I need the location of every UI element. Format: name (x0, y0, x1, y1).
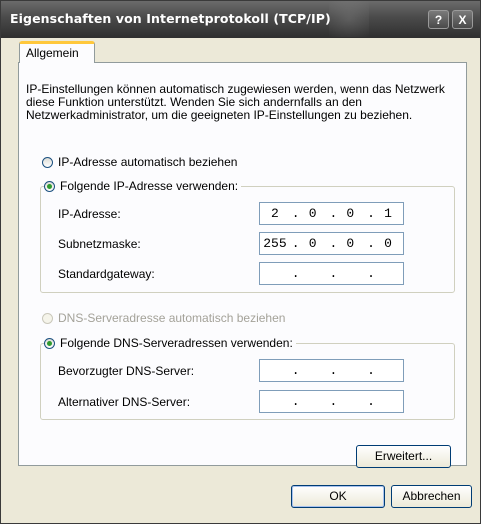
ip-octet: 2 (271, 206, 279, 221)
title-bar[interactable]: Eigenschaften von Internetprotokoll (TCP… (1, 1, 480, 38)
octet-separator: . (367, 394, 375, 409)
octet-separator: . (329, 266, 338, 281)
description-text: IP-Einstellungen können automatisch zuge… (26, 82, 445, 122)
preferred-dns-label: Bevorzugter DNS-Server: (58, 364, 195, 378)
octet-separator: . (291, 363, 300, 378)
dns-manual-label: Folgende DNS-Serveradressen verwenden: (60, 336, 293, 350)
ip-octet: 0 (308, 236, 317, 251)
octet-separator: . (367, 236, 375, 251)
close-button[interactable]: X (452, 10, 473, 29)
help-button[interactable]: ? (428, 10, 449, 29)
ip-octet: 255 (263, 236, 287, 251)
ip-address-label: IP-Adresse: (58, 207, 121, 221)
ip-octet: 1 (384, 206, 392, 221)
ip-octet: 0 (346, 236, 355, 251)
gateway-label: Standardgateway: (58, 267, 155, 281)
radio-disabled-icon (42, 312, 53, 324)
ip-auto-label: IP-Adresse automatisch beziehen (58, 155, 238, 169)
dialog-content: Allgemein IP-Einstellungen können automa… (1, 38, 480, 523)
subnet-mask-input[interactable]: 255. 0. 0. 0 (259, 232, 404, 255)
dns-auto-label: DNS-Serveradresse automatisch beziehen (58, 311, 286, 325)
ip-octet: 0 (384, 236, 392, 251)
advanced-button[interactable]: Erweitert... (356, 445, 451, 468)
octet-separator: . (329, 394, 338, 409)
window-title: Eigenschaften von Internetprotokoll (TCP… (10, 11, 331, 26)
octet-separator: . (291, 236, 300, 251)
preferred-dns-input[interactable]: . . . (259, 359, 404, 382)
radio-unchecked-icon (42, 156, 53, 168)
octet-separator: . (367, 206, 375, 221)
octet-separator: . (329, 236, 338, 251)
radio-checked-icon (44, 180, 55, 192)
octet-separator: . (291, 394, 300, 409)
ok-button[interactable]: OK (291, 485, 385, 508)
alternate-dns-label: Alternativer DNS-Server: (58, 395, 191, 409)
ip-octet: 0 (346, 206, 355, 221)
ip-manual-label: Folgende IP-Adresse verwenden: (60, 179, 239, 193)
octet-separator: . (367, 266, 375, 281)
radio-checked-icon (44, 337, 55, 349)
octet-separator: . (329, 363, 338, 378)
ip-auto-radio[interactable]: IP-Adresse automatisch beziehen (42, 155, 237, 169)
octet-separator: . (291, 266, 300, 281)
dns-manual-radio[interactable]: Folgende DNS-Serveradressen verwenden: (44, 336, 296, 350)
ip-manual-radio[interactable]: Folgende IP-Adresse verwenden: (44, 179, 242, 193)
octet-separator: . (291, 206, 300, 221)
octet-separator: . (329, 206, 338, 221)
ip-octet: 0 (308, 206, 317, 221)
subnet-mask-label: Subnetzmaske: (58, 237, 141, 251)
dialog-window: Eigenschaften von Internetprotokoll (TCP… (0, 0, 481, 524)
cancel-button[interactable]: Abbrechen (391, 485, 472, 508)
alternate-dns-input[interactable]: . . . (259, 390, 404, 413)
tab-allgemein[interactable]: Allgemein (19, 41, 95, 63)
octet-separator: . (367, 363, 375, 378)
dns-auto-radio[interactable]: DNS-Serveradresse automatisch beziehen (42, 311, 285, 325)
ip-address-input[interactable]: 2. 0. 0. 1 (259, 202, 404, 225)
title-bar-glare (329, 1, 369, 37)
gateway-input[interactable]: . . . (259, 262, 404, 285)
